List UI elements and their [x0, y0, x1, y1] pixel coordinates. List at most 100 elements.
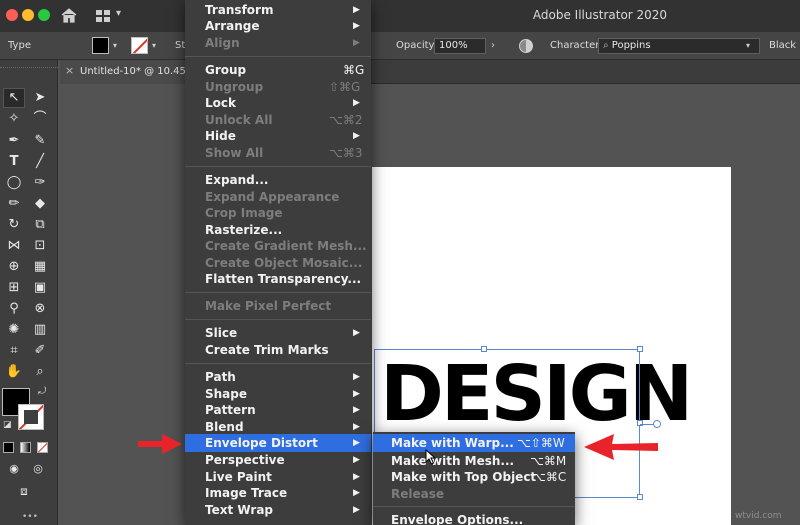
width-tool-icon[interactable]: ⋈: [4, 237, 24, 255]
menu-item-align[interactable]: Align ▶: [185, 35, 371, 51]
menu-item-create-gradient-mesh[interactable]: Create Gradient Mesh...: [185, 238, 371, 254]
menu-item-group[interactable]: Group ⌘G: [185, 62, 371, 78]
submenu-item-release[interactable]: Release: [373, 486, 575, 502]
opacity-label: Opacity:: [396, 40, 438, 51]
artboard-tool-icon[interactable]: ⌗: [4, 342, 24, 360]
menu-item-perspective[interactable]: Perspective ▶: [185, 452, 371, 468]
slice-tool-icon[interactable]: ✐: [30, 342, 50, 360]
menu-item-create-trim-marks[interactable]: Create Trim Marks: [185, 342, 371, 358]
free-transform-tool-icon[interactable]: ⊡: [30, 237, 50, 255]
opacity-field[interactable]: 100%: [434, 38, 486, 54]
home-icon[interactable]: [60, 7, 78, 24]
character-label[interactable]: Character:: [550, 40, 603, 51]
stroke-swatch[interactable]: [131, 37, 148, 54]
blend-tool-icon[interactable]: ⊗: [30, 300, 50, 318]
bounding-box-handle[interactable]: [481, 346, 487, 352]
font-style-value[interactable]: Black: [769, 40, 796, 51]
none-mode-icon[interactable]: [37, 442, 48, 453]
chevron-down-icon[interactable]: ▾: [746, 41, 750, 50]
curvature-tool-icon[interactable]: ✎: [30, 132, 50, 150]
submenu-arrow-icon: ▶: [353, 488, 360, 498]
type-tool-icon[interactable]: T: [4, 153, 24, 171]
gradient-mode-icon[interactable]: [20, 442, 31, 453]
minimize-window-icon[interactable]: [22, 9, 34, 21]
eyedropper-tool-icon[interactable]: ⚲: [4, 300, 24, 318]
menu-item-envelope-distort[interactable]: Envelope Distort ▶: [185, 435, 371, 451]
default-colors-icon[interactable]: ◪: [3, 420, 12, 430]
menu-item-lock[interactable]: Lock ▶: [185, 95, 371, 111]
panel-grip[interactable]: [0, 62, 58, 68]
document-tab[interactable]: × Untitled-10* @ 10.45%: [60, 60, 195, 84]
shaper-tool-icon[interactable]: ✏: [4, 195, 24, 213]
menu-item-shape[interactable]: Shape ▶: [185, 386, 371, 402]
menu-item-blend[interactable]: Blend ▶: [185, 419, 371, 435]
menu-item-live-paint[interactable]: Live Paint ▶: [185, 469, 371, 485]
menu-item-pattern[interactable]: Pattern ▶: [185, 402, 371, 418]
widget-connector: [640, 424, 653, 425]
selection-tool-icon[interactable]: ↖: [4, 89, 24, 107]
submenu-item-make-with-top-object[interactable]: Make with Top Object ⌥⌘C: [373, 469, 575, 485]
paintbrush-tool-icon[interactable]: ✑: [30, 174, 50, 192]
lasso-tool-icon[interactable]: ⌒: [30, 110, 50, 128]
perspective-grid-tool-icon[interactable]: ▦: [30, 258, 50, 276]
zoom-tool-icon[interactable]: ⌕: [30, 363, 50, 381]
menu-item-hide[interactable]: Hide ▶: [185, 128, 371, 144]
column-graph-tool-icon[interactable]: ▥: [30, 321, 50, 339]
screen-mode-icon[interactable]: ⧈: [14, 482, 34, 500]
ellipse-tool-icon[interactable]: ◯: [4, 174, 24, 192]
submenu-item-make-with-mesh[interactable]: Make with Mesh... ⌥⌘M: [373, 453, 575, 469]
submenu-item-make-with-warp[interactable]: Make with Warp... ⌥⇧⌘W: [373, 435, 575, 451]
close-tab-icon[interactable]: ×: [65, 64, 74, 77]
menu-item-slice[interactable]: Slice ▶: [185, 325, 371, 341]
chevron-down-icon[interactable]: ▾: [116, 8, 121, 19]
menu-item-make-pixel-perfect[interactable]: Make Pixel Perfect: [185, 298, 371, 314]
chevron-right-icon[interactable]: ›: [491, 40, 495, 51]
fill-swatch[interactable]: [92, 37, 109, 54]
color-mode-icon[interactable]: [3, 442, 14, 453]
chevron-down-icon[interactable]: ▾: [113, 41, 117, 50]
menu-item-expand-appearance[interactable]: Expand Appearance: [185, 189, 371, 205]
menu-item-flatten-transparency[interactable]: Flatten Transparency...: [185, 271, 371, 287]
bounding-box-handle[interactable]: [637, 494, 643, 500]
rotate-tool-icon[interactable]: ↻: [4, 216, 24, 234]
bounding-box-handle[interactable]: [637, 346, 643, 352]
menu-item-crop-image[interactable]: Crop Image: [185, 205, 371, 221]
submenu-item-envelope-options[interactable]: Envelope Options...: [373, 512, 575, 525]
draw-inside-icon[interactable]: ◎: [28, 460, 48, 478]
direct-selection-tool-icon[interactable]: ➤: [30, 89, 50, 107]
menu-item-ungroup[interactable]: Ungroup ⇧⌘G: [185, 79, 371, 95]
pen-tool-icon[interactable]: ✒: [4, 132, 24, 150]
zoom-window-icon[interactable]: [38, 9, 50, 21]
workspace-layout-icon[interactable]: [95, 9, 111, 23]
line-tool-icon[interactable]: ╱: [30, 153, 50, 171]
font-family-field[interactable]: ⌕ Poppins: [598, 38, 760, 54]
stroke-label: St: [175, 40, 186, 51]
mesh-tool-icon[interactable]: ⊞: [4, 279, 24, 297]
stroke-color-box[interactable]: [18, 404, 44, 430]
menu-item-text-wrap[interactable]: Text Wrap ▶: [185, 502, 371, 518]
menu-item-transform[interactable]: Transform ▶: [185, 2, 371, 18]
menu-item-unlock-all[interactable]: Unlock All ⌥⌘2: [185, 112, 371, 128]
draw-normal-icon[interactable]: ◉: [4, 460, 24, 478]
rotate-widget-icon[interactable]: [653, 420, 661, 428]
close-window-icon[interactable]: [6, 9, 18, 21]
symbol-sprayer-tool-icon[interactable]: ✺: [4, 321, 24, 339]
swap-colors-icon[interactable]: ⤾: [38, 386, 46, 397]
chevron-down-icon[interactable]: ▾: [152, 41, 156, 50]
recolor-artwork-icon[interactable]: [518, 38, 534, 54]
menu-item-path[interactable]: Path ▶: [185, 369, 371, 385]
menu-item-expand[interactable]: Expand...: [185, 172, 371, 188]
gradient-tool-icon[interactable]: ▣: [30, 279, 50, 297]
hand-tool-icon[interactable]: ✋: [4, 363, 24, 381]
edit-toolbar-icon[interactable]: •••: [22, 512, 38, 522]
eraser-tool-icon[interactable]: ◆: [30, 195, 50, 213]
menu-item-image-trace[interactable]: Image Trace ▶: [185, 485, 371, 501]
bounding-box-handle[interactable]: [637, 420, 643, 426]
menu-item-show-all[interactable]: Show All ⌥⌘3: [185, 145, 371, 161]
menu-item-rasterize[interactable]: Rasterize...: [185, 222, 371, 238]
shape-builder-tool-icon[interactable]: ⊕: [4, 258, 24, 276]
menu-item-create-object-mosaic[interactable]: Create Object Mosaic...: [185, 255, 371, 271]
menu-item-arrange[interactable]: Arrange ▶: [185, 18, 371, 34]
scale-tool-icon[interactable]: ⧉: [30, 216, 50, 234]
magic-wand-tool-icon[interactable]: ✧: [4, 110, 24, 128]
